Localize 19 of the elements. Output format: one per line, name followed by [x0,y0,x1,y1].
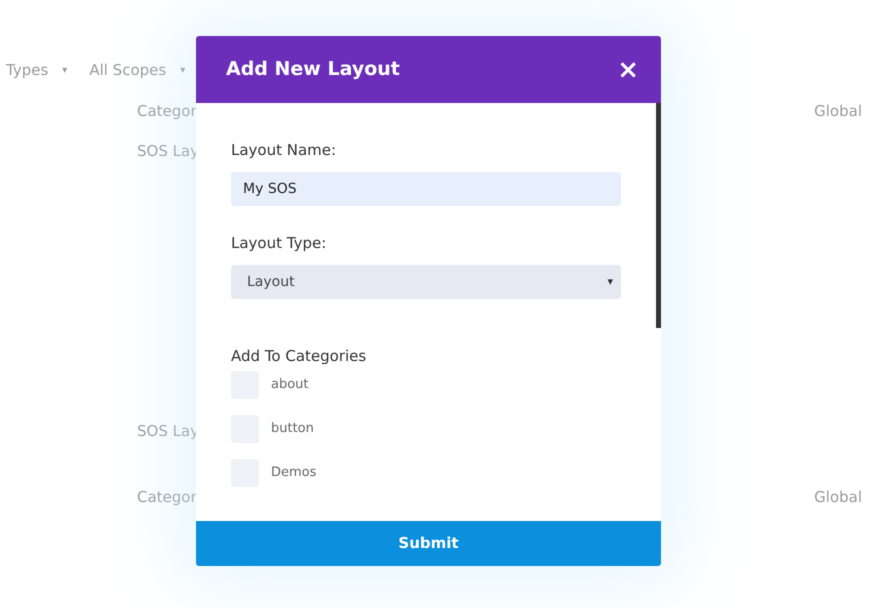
field-label: Layout Type: [231,233,328,254]
table-cell-text: Categor [137,487,197,508]
checkbox-label: about [271,376,309,394]
field-label: Layout Name: [231,140,338,161]
section-label: Add To Categories [231,346,368,367]
checkbox-label: button [271,420,314,438]
table-cell-text: Global [814,101,862,122]
caret-icon: ▾ [180,62,186,78]
dialog-title: Add New Layout [226,57,400,82]
table-cell-text: Global [814,487,862,508]
caret-icon: ▾ [607,274,613,290]
select-field[interactable]: Layout ▾ [231,265,621,299]
close-button[interactable]: × [617,56,639,82]
scrollbar[interactable] [656,103,661,328]
submit-button[interactable]: Submit [196,521,661,566]
input-field[interactable]: My SOS [231,172,621,206]
checkbox-label: Demos [271,464,316,482]
table-cell-text: Categor [137,101,197,122]
caret-icon: ▾ [62,62,68,78]
